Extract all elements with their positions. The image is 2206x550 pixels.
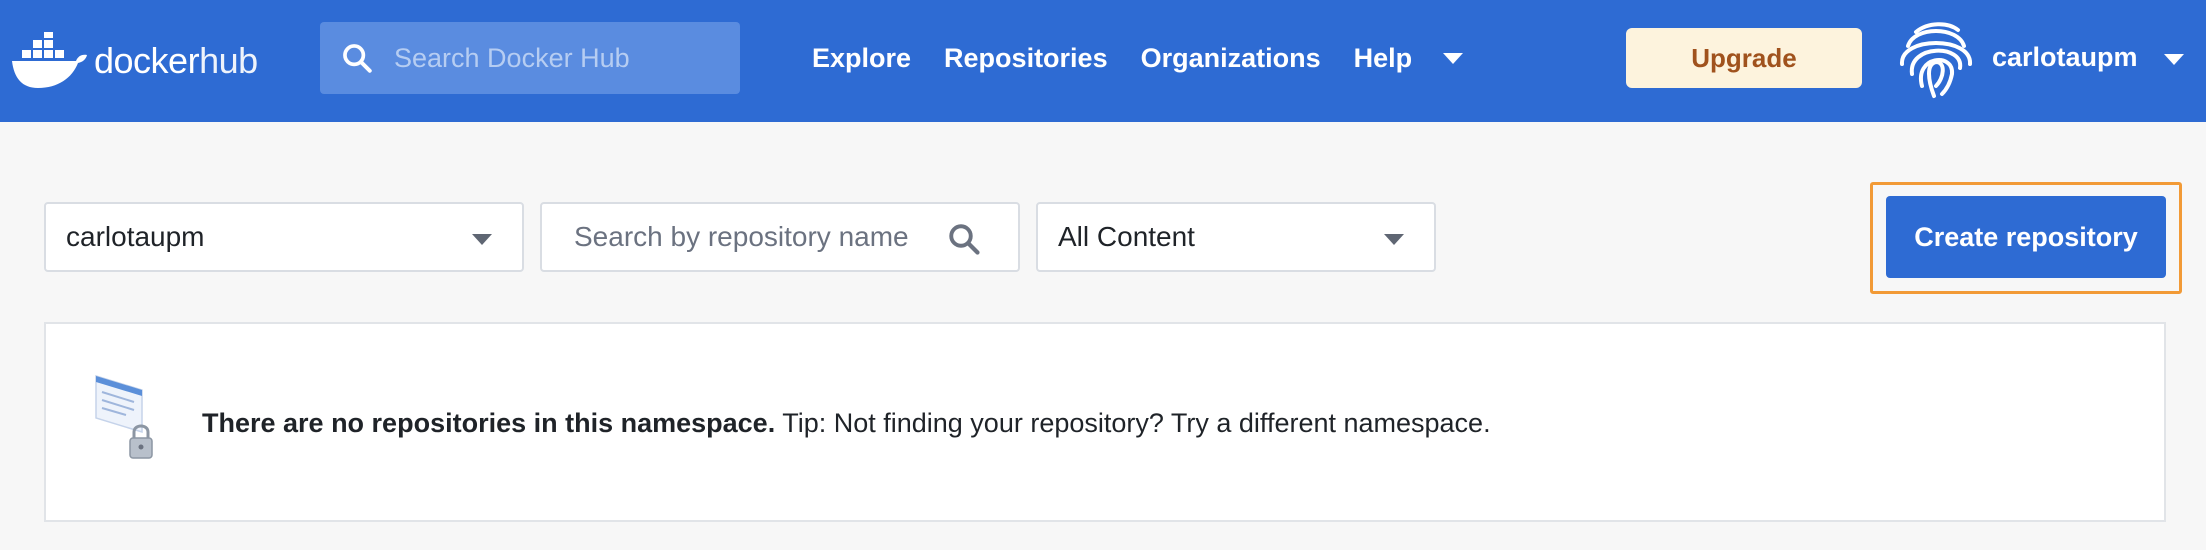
global-search[interactable] [320,22,740,94]
empty-state-message: There are no repositories in this namesp… [202,408,1491,439]
nav-organizations[interactable]: Organizations [1141,43,1321,74]
username-label[interactable]: carlotaupm [1992,42,2138,73]
search-icon [949,224,980,255]
logo-text-hub: hub [199,40,258,81]
nav-repositories[interactable]: Repositories [944,43,1108,74]
docker-hub-logo[interactable]: dockerhub [10,22,258,100]
empty-state-tip: Tip: Not finding your repository? Try a … [775,408,1491,438]
docker-whale-icon [12,32,87,88]
logo-text-docker: docker [94,40,200,81]
upgrade-button[interactable]: Upgrade [1626,28,1862,88]
locked-document-illustration [95,374,153,459]
empty-repositories-card: There are no repositories in this namesp… [44,322,2166,522]
repository-search[interactable] [540,202,1020,272]
help-chevron-down-icon[interactable] [1443,52,1464,64]
main-nav: Explore Repositories Organizations Help [812,0,1464,116]
search-icon [343,44,372,73]
namespace-value: carlotaupm [66,221,205,252]
nav-explore[interactable]: Explore [812,43,911,74]
top-navbar: dockerhub Explore Repositories Organizat… [0,0,2206,122]
namespace-select[interactable]: carlotaupm [44,202,524,272]
create-repository-button[interactable]: Create repository [1886,196,2166,278]
namespace-chevron-down-icon [472,234,492,245]
repository-search-input[interactable] [572,220,936,254]
fingerprint-avatar-icon[interactable] [1894,16,1978,100]
user-menu-chevron-down-icon[interactable] [2164,54,2184,65]
content-filter-select[interactable]: All Content [1036,202,1436,272]
empty-state-heading: There are no repositories in this namesp… [202,408,776,438]
content-filter-chevron-down-icon [1384,234,1404,245]
content-filter-value: All Content [1058,221,1195,252]
global-search-input[interactable] [392,41,716,75]
nav-help[interactable]: Help [1354,43,1413,74]
